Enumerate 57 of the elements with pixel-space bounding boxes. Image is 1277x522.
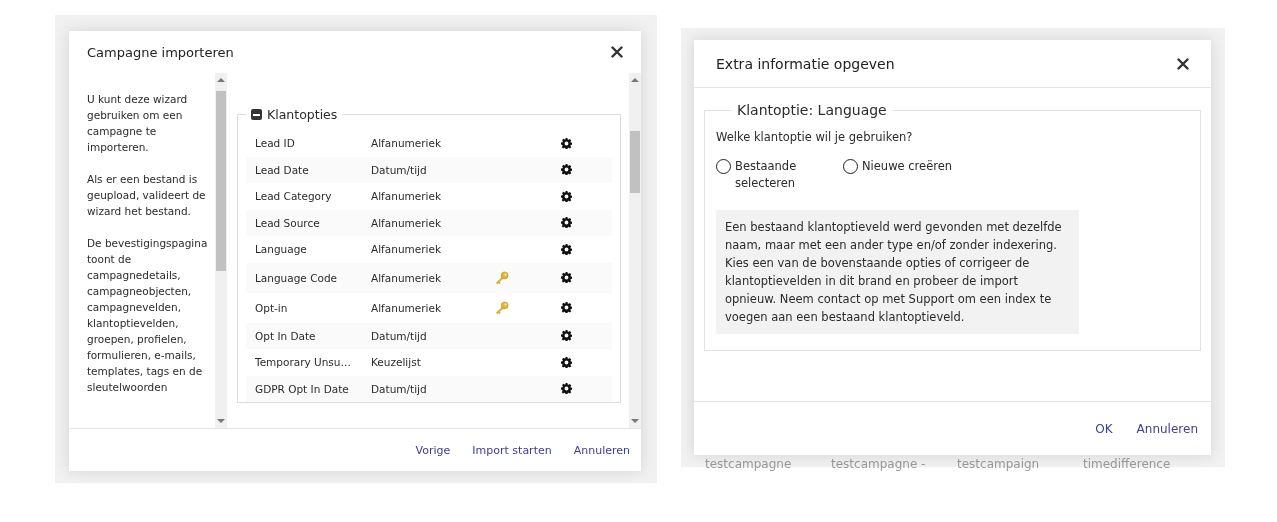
option-name: Lead Source [255, 216, 321, 229]
option-type: Alfanumeriek [371, 301, 442, 314]
option-name: Lead ID [255, 137, 296, 150]
footer-link[interactable]: Annuleren [573, 441, 630, 459]
option-type: Alfanumeriek [371, 243, 442, 256]
help-text: U kunt deze wizard gebruiken om een campagne te importeren. [87, 92, 189, 155]
section-title: Klantopties [267, 107, 338, 122]
gear-icon[interactable] [561, 190, 572, 202]
option-name: Opt-in [255, 301, 289, 314]
close-button[interactable] [1177, 57, 1189, 70]
option-name: Language [255, 243, 308, 256]
background-text: timedifference [1083, 457, 1172, 471]
footer-link[interactable]: Vorige [415, 441, 451, 459]
option-type: Datum/tijd [371, 382, 428, 395]
gear-icon[interactable] [561, 272, 572, 283]
gear-icon[interactable] [561, 137, 572, 149]
option-name: Lead Category [255, 190, 333, 203]
footer-link[interactable]: Annuleren [1136, 419, 1198, 438]
option-name: GDPR Opt In Date [255, 382, 350, 395]
gear-icon[interactable] [561, 164, 572, 176]
scrollbar[interactable] [215, 73, 227, 428]
dialog-title: Extra informatie opgeven [716, 55, 895, 72]
scrollbar[interactable] [629, 73, 641, 428]
gear-icon[interactable] [561, 217, 572, 229]
option-type: Keuzelijst [371, 356, 422, 369]
option-name: Temporary Unsu… [255, 356, 352, 369]
option-name: Lead Date [255, 163, 310, 176]
gear-icon[interactable] [561, 302, 572, 313]
info-message: Een bestaand klantoptieveld werd gevonden met dezelfde naam, maar met een ander type en/of zonder indexering. Kies een van de bovenstaande opties of corrigeer de klantoptievelden in dit brand en probeer de import opnieuw. Neem contact op met Support om een index te voegen aan een bestaand klantoptieveld. [716, 210, 1079, 334]
background-text: testcampaign [957, 457, 1041, 471]
option-type: Alfanumeriek [371, 271, 442, 284]
option-type: Alfanumeriek [371, 216, 442, 229]
option-name: Language Code [255, 271, 339, 284]
option-type: Alfanumeriek [371, 190, 442, 203]
footer-link[interactable]: Import starten [472, 441, 552, 459]
section-title: Klantoptie: Language [736, 102, 888, 118]
option-type: Datum/tijd [371, 329, 428, 342]
dialog-title: Campagne importeren [87, 44, 234, 60]
close-button[interactable] [611, 46, 623, 58]
radio-option[interactable]: Bestaande selecteren [716, 158, 831, 192]
radio-option[interactable]: Nieuwe creëren [843, 158, 953, 192]
option-name: Opt In Date [255, 329, 317, 342]
gear-icon[interactable] [561, 356, 572, 368]
footer-link[interactable]: OK [1095, 419, 1113, 438]
option-type: Datum/tijd [371, 163, 428, 176]
option-type: Alfanumeriek [371, 137, 442, 150]
key-icon [495, 270, 509, 285]
key-icon [495, 300, 509, 315]
help-text: De bevestigingspagina toont de campagnedetails, campagneobjecten, campagnevelden, klantoptievelden, groepen, profielen, formulieren, e-mails, templates, tags en de sleutelwoorden [87, 236, 209, 395]
question-text: Welke klantoptie wil je gebruiken? [716, 130, 914, 144]
gear-icon[interactable] [561, 330, 572, 342]
gear-icon[interactable] [561, 383, 572, 395]
background-text: testcampagne [705, 457, 793, 471]
help-text: Als er een bestand is geupload, valideert de wizard het bestand. [87, 172, 207, 219]
gear-icon[interactable] [561, 243, 572, 255]
collapse-icon[interactable] [251, 109, 262, 120]
background-text: testcampagne - [831, 457, 927, 471]
